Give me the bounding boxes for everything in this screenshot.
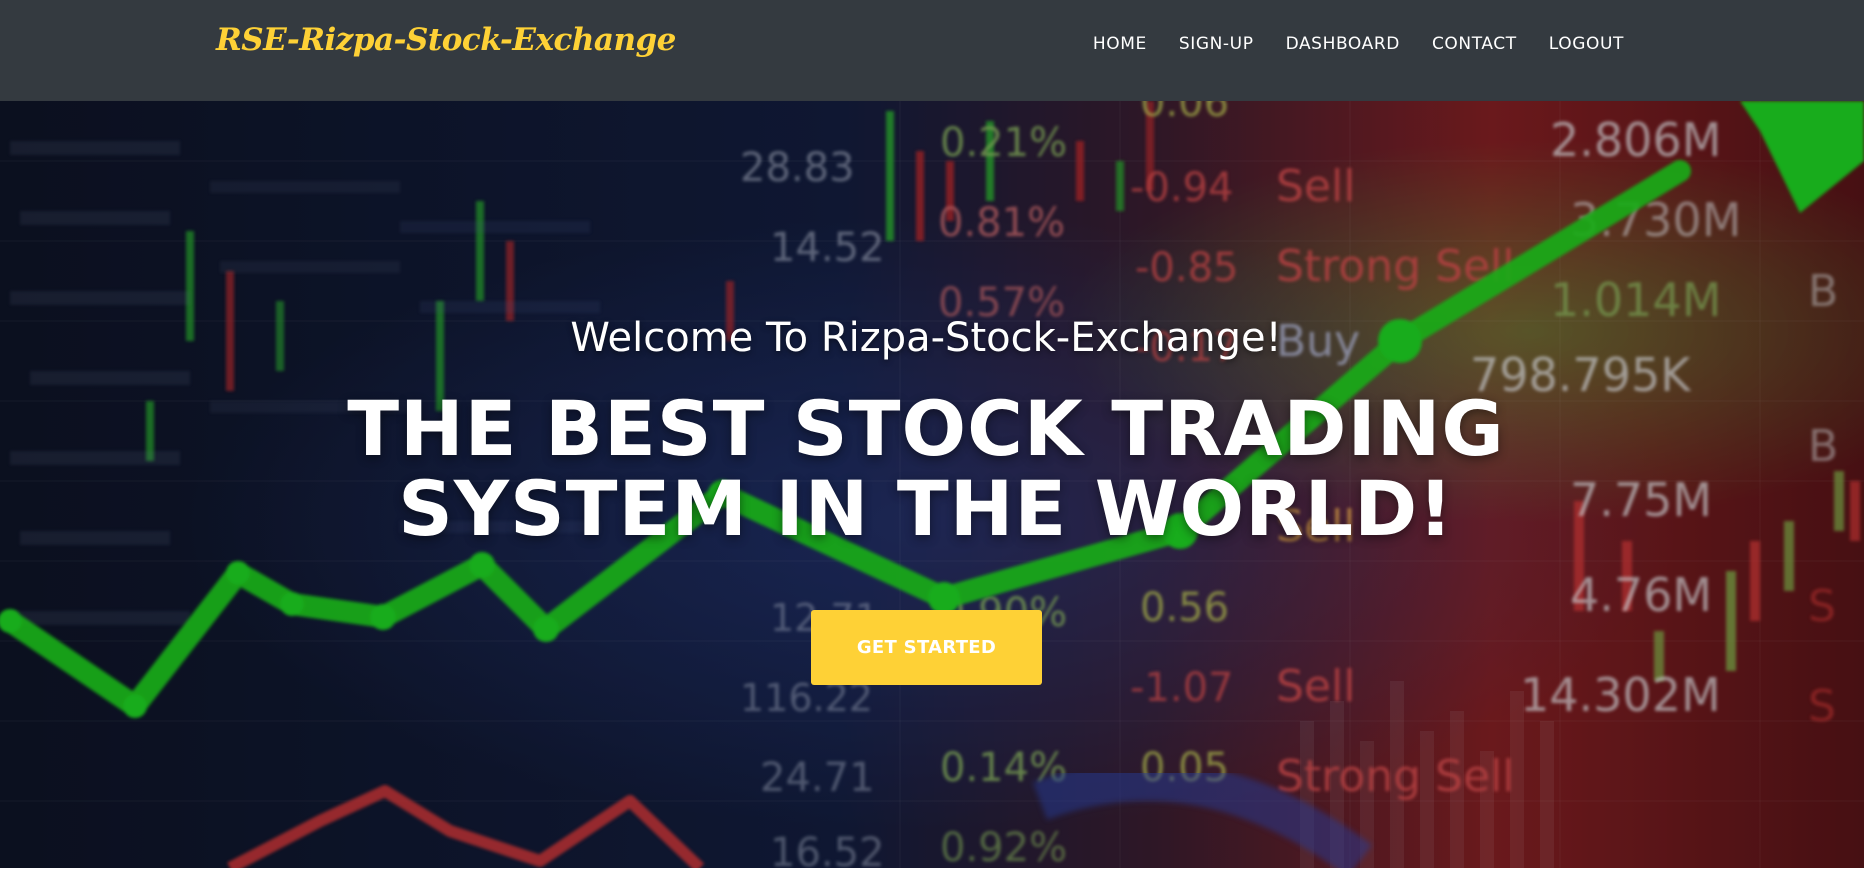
- nav-contact-link[interactable]: CONTACT: [1432, 34, 1517, 54]
- hero-headline-line1: THE BEST STOCK TRADING: [347, 384, 1505, 473]
- get-started-button[interactable]: GET STARTED: [811, 610, 1042, 685]
- hero-headline: THE BEST STOCK TRADING SYSTEM IN THE WOR…: [300, 389, 1552, 549]
- nav-dashboard-link[interactable]: DASHBOARD: [1286, 34, 1400, 54]
- navbar: RSE-Rizpa-Stock-Exchange HOME SIGN-UP DA…: [0, 0, 1864, 101]
- nav-links: HOME SIGN-UP DASHBOARD CONTACT LOGOUT: [1093, 34, 1624, 54]
- nav-signup-link[interactable]: SIGN-UP: [1179, 34, 1254, 54]
- brand-logo-link[interactable]: RSE-Rizpa-Stock-Exchange: [216, 22, 676, 58]
- hero-section: 28.83 14.52 12.71 116.22 24.71 16.52 0.2…: [0, 101, 1864, 868]
- hero-subtitle: Welcome To Rizpa-Stock-Exchange!: [570, 315, 1282, 361]
- hero-content: Welcome To Rizpa-Stock-Exchange! THE BES…: [0, 101, 1864, 868]
- nav-logout-link[interactable]: LOGOUT: [1549, 34, 1624, 54]
- hero-headline-line2: SYSTEM IN THE WORLD!: [398, 464, 1454, 553]
- nav-home-link[interactable]: HOME: [1093, 34, 1147, 54]
- page-bottom-strip: [0, 868, 1864, 874]
